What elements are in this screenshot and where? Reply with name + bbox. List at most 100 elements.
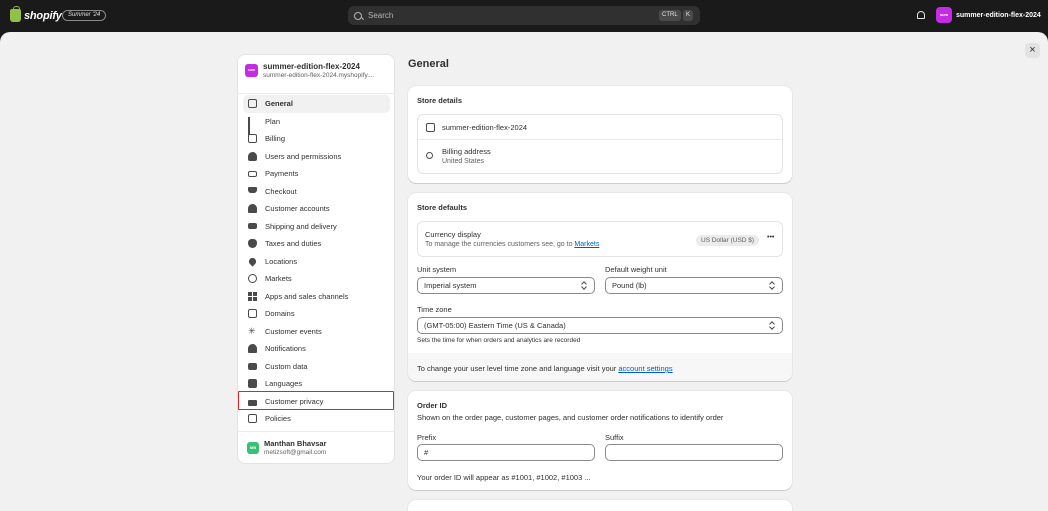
suffix-label: Suffix bbox=[605, 433, 624, 442]
avatar: MB bbox=[247, 441, 259, 454]
shortcut-ctrl: CTRL bbox=[659, 10, 681, 21]
sidebar-item-checkout[interactable]: Checkout bbox=[243, 183, 390, 201]
suffix-input[interactable] bbox=[605, 444, 783, 461]
database-icon bbox=[248, 362, 257, 371]
sidebar-item-custom-data[interactable]: Custom data bbox=[243, 358, 390, 376]
cart-icon bbox=[248, 186, 257, 196]
unit-system-value: Imperial system bbox=[424, 281, 477, 290]
truck-icon bbox=[248, 222, 257, 231]
sidebar-item-taxes[interactable]: Taxes and duties bbox=[243, 235, 390, 253]
selection-highlight bbox=[238, 391, 394, 410]
users-icon bbox=[248, 151, 257, 161]
store-icon bbox=[426, 123, 435, 132]
store-defaults-footer: To change your user level time zone and … bbox=[408, 353, 792, 381]
search-bar[interactable]: Search CTRL K bbox=[348, 6, 700, 25]
store-switcher-name: summer-edition-flex-2024 bbox=[956, 11, 1041, 19]
timezone-label: Time zone bbox=[417, 305, 452, 314]
billing-country: United States bbox=[442, 158, 485, 165]
unit-system-select[interactable]: Imperial system bbox=[417, 277, 595, 294]
sidebar-store-name: summer-edition-flex-2024 bbox=[263, 62, 360, 71]
store-details-card: Store details summer-edition-flex-2024 B… bbox=[408, 86, 792, 183]
weight-unit-select[interactable]: Pound (lb) bbox=[605, 277, 783, 294]
sidebar-item-label: Customer events bbox=[265, 326, 322, 336]
sidebar-item-notifications[interactable]: Notifications bbox=[243, 340, 390, 358]
sparkle-icon: ✳ bbox=[248, 325, 256, 336]
sidebar-item-languages[interactable]: Languages bbox=[243, 375, 390, 393]
user-email: metizsoft@gmail.com bbox=[264, 449, 327, 456]
store-details-box: summer-edition-flex-2024 Billing address… bbox=[417, 114, 783, 174]
store-name: summer-edition-flex-2024 bbox=[442, 123, 528, 132]
shopify-logo[interactable]: shopify bbox=[10, 6, 62, 22]
prefix-label: Prefix bbox=[417, 433, 437, 442]
account-settings-link[interactable]: account settings bbox=[618, 364, 672, 373]
close-icon[interactable]: × bbox=[1025, 43, 1040, 58]
sidebar-item-label: Plan bbox=[265, 116, 281, 126]
notifications-bell-icon[interactable] bbox=[917, 11, 925, 19]
more-actions-icon[interactable]: ••• bbox=[767, 234, 774, 241]
payments-icon bbox=[248, 169, 257, 178]
sidebar-item-billing[interactable]: Billing bbox=[243, 130, 390, 148]
sidebar-item-label: Notifications bbox=[265, 344, 306, 354]
sidebar-item-shipping[interactable]: Shipping and delivery bbox=[243, 218, 390, 236]
chevron-updown-icon bbox=[770, 321, 775, 330]
sidebar-item-label: Customer accounts bbox=[265, 204, 330, 214]
user-profile[interactable]: MB Manthan Bhavsar metizsoft@gmail.com bbox=[247, 439, 327, 456]
card-title: Order ID bbox=[417, 401, 448, 410]
tax-icon bbox=[248, 239, 257, 249]
shortcut-k: K bbox=[683, 10, 694, 21]
receipt-icon bbox=[248, 134, 257, 144]
page-title: General bbox=[408, 58, 449, 70]
bell-icon bbox=[248, 344, 257, 354]
sidebar-item-users[interactable]: Users and permissions bbox=[243, 148, 390, 166]
sidebar-item-label: Policies bbox=[265, 414, 291, 424]
sidebar-item-markets[interactable]: Markets bbox=[243, 270, 390, 288]
settings-nav: General Plan Billing Users and permissio… bbox=[243, 95, 390, 428]
sidebar-item-label: Custom data bbox=[265, 361, 308, 371]
sidebar-item-plan[interactable]: Plan bbox=[243, 113, 390, 135]
sidebar-item-label: Checkout bbox=[265, 186, 297, 196]
shopify-bag-icon bbox=[10, 6, 21, 22]
timezone-select[interactable]: (GMT-05:00) Eastern Time (US & Canada) bbox=[417, 317, 783, 334]
sidebar-item-payments[interactable]: Payments bbox=[243, 165, 390, 183]
sidebar-item-policies[interactable]: Policies bbox=[243, 410, 390, 428]
store-avatar: sum bbox=[245, 64, 258, 77]
sidebar-item-label: Taxes and duties bbox=[265, 239, 322, 249]
apps-grid-icon bbox=[248, 291, 257, 301]
sidebar-item-label: General bbox=[265, 99, 293, 109]
weight-unit-value: Pound (lb) bbox=[612, 281, 647, 290]
store-defaults-card: Store defaults Currency display To manag… bbox=[408, 193, 792, 381]
chart-bars-icon bbox=[248, 116, 257, 135]
store-icon bbox=[248, 99, 257, 109]
edition-badge[interactable]: Summer '24 bbox=[62, 10, 107, 21]
sidebar-item-label: Markets bbox=[265, 274, 292, 284]
domains-icon bbox=[248, 309, 257, 319]
store-name-row[interactable]: summer-edition-flex-2024 bbox=[418, 115, 782, 139]
store-switcher[interactable]: sum summer-edition-flex-2024 bbox=[936, 7, 1041, 23]
currency-badge: US Dollar (USD $) bbox=[696, 235, 760, 246]
location-pin-icon bbox=[426, 152, 435, 161]
sidebar-item-locations[interactable]: Locations bbox=[243, 253, 390, 271]
currency-display-box: Currency display To manage the currencie… bbox=[417, 221, 783, 257]
prefix-input[interactable]: # bbox=[417, 444, 595, 461]
weight-unit-label: Default weight unit bbox=[605, 265, 667, 274]
location-pin-icon bbox=[247, 256, 258, 267]
divider bbox=[238, 93, 394, 94]
order-id-preview: Your order ID will appear as #1001, #100… bbox=[417, 473, 591, 482]
chevron-updown-icon bbox=[770, 281, 775, 290]
sidebar-item-apps[interactable]: Apps and sales channels bbox=[243, 288, 390, 306]
sidebar-store-header[interactable]: sum summer-edition-flex-2024 summer-edit… bbox=[245, 62, 375, 79]
sidebar-item-customer-events[interactable]: ✳ Customer events bbox=[243, 323, 390, 341]
sidebar-item-label: Payments bbox=[265, 169, 299, 179]
card-title: Store details bbox=[417, 96, 463, 105]
divider bbox=[238, 431, 394, 432]
sidebar-item-customer-accounts[interactable]: Customer accounts bbox=[243, 200, 390, 218]
search-icon bbox=[354, 11, 362, 20]
brand-name: shopify bbox=[24, 9, 62, 22]
billing-address-row[interactable]: Billing address United States bbox=[418, 140, 782, 174]
chevron-updown-icon bbox=[582, 281, 587, 290]
sidebar-item-domains[interactable]: Domains bbox=[243, 305, 390, 323]
order-id-desc: Shown on the order page, customer pages,… bbox=[417, 413, 724, 422]
sidebar-item-label: Locations bbox=[265, 256, 298, 266]
markets-link[interactable]: Markets bbox=[574, 241, 599, 248]
sidebar-item-general[interactable]: General bbox=[243, 95, 390, 113]
